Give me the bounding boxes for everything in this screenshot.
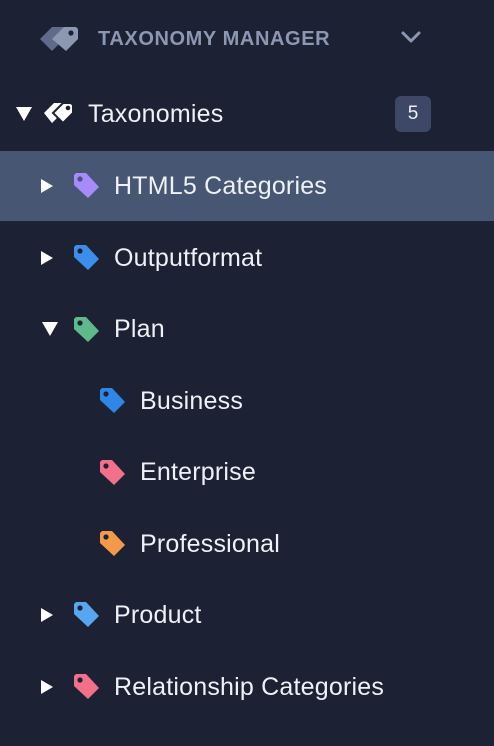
tag-icon	[74, 317, 99, 342]
tag-icon	[74, 674, 99, 699]
tag-icon	[74, 173, 99, 198]
tree-item-label: Product	[114, 601, 202, 629]
tags-icon	[40, 27, 78, 51]
tree-item-label: Enterprise	[140, 458, 256, 486]
tree-item-business[interactable]: Business	[0, 365, 494, 435]
expand-caret-icon[interactable]	[14, 104, 34, 124]
tree-item-plan[interactable]: Plan	[0, 293, 494, 363]
tag-icon	[100, 388, 125, 413]
count-badge: 5	[395, 96, 431, 132]
tree-item-label: Relationship Categories	[114, 673, 385, 701]
tag-icon	[100, 531, 125, 556]
tree-item-label: HTML5 Categories	[114, 172, 328, 200]
panel-title: TAXONOMY MANAGER	[98, 28, 331, 50]
tree-item-label: Professional	[140, 530, 280, 558]
chevron-down-icon[interactable]	[400, 28, 422, 46]
tags-white-icon	[44, 102, 74, 125]
tag-icon	[74, 602, 99, 627]
collapsed-caret-icon[interactable]	[37, 677, 57, 697]
tree-item-product[interactable]: Product	[0, 579, 494, 649]
tree-item-html5-categories[interactable]: HTML5 Categories	[0, 151, 494, 221]
tree-item-professional[interactable]: Professional	[0, 508, 494, 578]
tree-item-label: Plan	[114, 315, 165, 343]
expand-caret-icon[interactable]	[40, 319, 60, 339]
tree-item-relationship-categories[interactable]: Relationship Categories	[0, 651, 494, 721]
tree-item-label: Outputformat	[114, 244, 263, 272]
tag-icon	[100, 460, 125, 485]
tree-item-label: Business	[140, 387, 244, 415]
tree-item-outputformat[interactable]: Outputformat	[0, 222, 494, 292]
tree-root-label: Taxonomies	[88, 100, 224, 128]
tag-icon	[74, 245, 99, 270]
collapsed-caret-icon[interactable]	[37, 176, 57, 196]
panel-header: TAXONOMY MANAGER	[0, 0, 494, 80]
tree-item-enterprise[interactable]: Enterprise	[0, 436, 494, 506]
collapsed-caret-icon[interactable]	[37, 605, 57, 625]
collapsed-caret-icon[interactable]	[37, 248, 57, 268]
